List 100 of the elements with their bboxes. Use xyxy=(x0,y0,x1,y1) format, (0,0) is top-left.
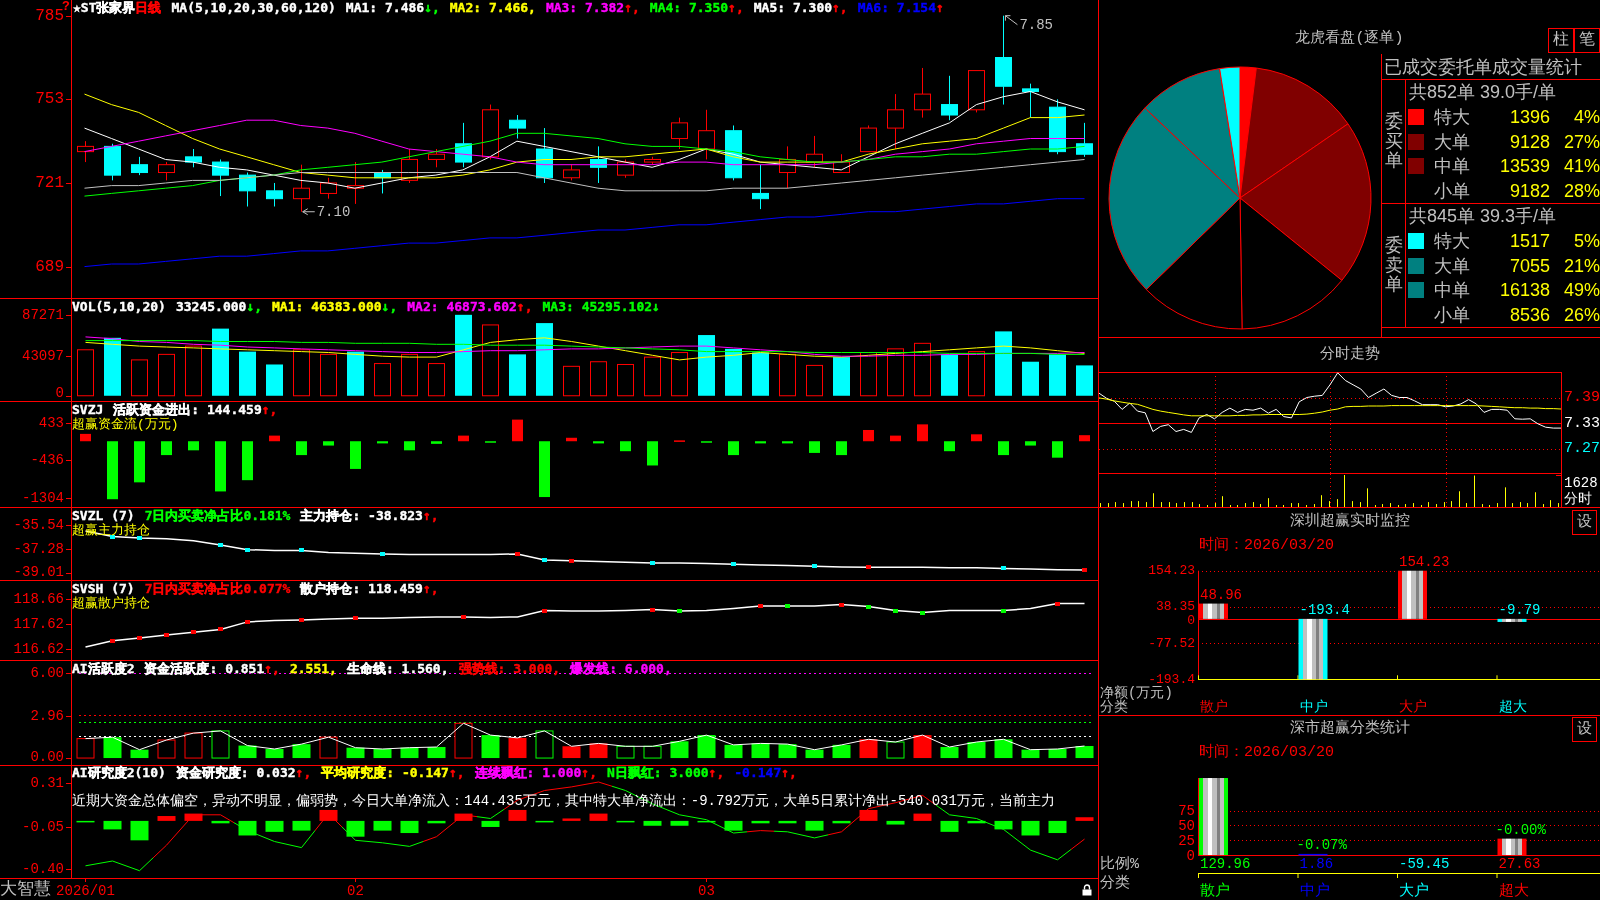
candlestick xyxy=(185,148,202,168)
axis-label: 118.66 xyxy=(13,590,64,607)
value-label: 1.86 xyxy=(1299,856,1334,872)
candlestick xyxy=(1049,98,1066,155)
candlestick xyxy=(590,145,607,184)
axis-label: 87271 xyxy=(22,307,64,324)
axis-label: 43097 xyxy=(22,348,64,365)
share-value: 41% xyxy=(1562,155,1600,178)
indicator-caption: 超赢散户持仓 xyxy=(72,596,150,611)
value-label: 129.96 xyxy=(1200,856,1251,872)
price-annotation: 7.85 xyxy=(1004,15,1053,33)
value-label: -9.79 xyxy=(1498,601,1541,618)
chart-mode-button[interactable]: 笔 xyxy=(1574,28,1600,53)
axis-label: 0 xyxy=(1186,847,1195,864)
volume-value: 16138 xyxy=(1498,279,1550,302)
candlestick xyxy=(293,164,310,213)
legend-text: ★ST张家界 xyxy=(73,0,136,15)
legend-text: ↓, xyxy=(246,299,263,314)
axis-label: 116.62 xyxy=(13,640,64,657)
lock-icon[interactable] xyxy=(1082,884,1092,896)
legend-text: MA3: 7.382 xyxy=(545,0,625,15)
candlestick xyxy=(752,164,769,210)
date-axis-label: 2026/01 xyxy=(56,883,115,899)
candlestick xyxy=(320,177,337,200)
legend-text: MA6: 7.154 xyxy=(857,0,936,15)
panel-title: 深市超赢分类统计 xyxy=(1289,720,1410,738)
category-label: 大户 xyxy=(1399,882,1429,900)
order-size-label: 中单 xyxy=(1434,155,1471,178)
legend-text: 主力持仓: -38.823 xyxy=(300,508,423,523)
legend-text: AI研究度2(10) xyxy=(72,765,166,780)
volume-value: 9182 xyxy=(1508,179,1550,202)
legend-text: 资金活跃度: 0.851 xyxy=(144,661,265,676)
legend-text: MA1: 46383.000 xyxy=(272,299,382,314)
axis-label: -0.05 xyxy=(22,818,64,835)
order-size-label: 中单 xyxy=(1434,279,1471,302)
annotation: 7.10 xyxy=(316,203,351,220)
value-label: 27.63 xyxy=(1498,856,1541,872)
date-label: 时间：2026/03/20 xyxy=(1199,537,1334,555)
axis-label: 433 xyxy=(38,414,64,431)
candlestick xyxy=(212,158,229,197)
axis-label: -193.4 xyxy=(1148,671,1195,687)
volume-value: 1396 xyxy=(1508,106,1550,129)
candlestick xyxy=(347,161,364,205)
axis-title: 分类 xyxy=(1100,874,1130,892)
axis-label: 6.00 xyxy=(30,664,64,681)
axis-label: -35.54 xyxy=(13,516,64,533)
brand-name: 大智慧 xyxy=(0,879,51,900)
legend-text: ↑, xyxy=(448,765,465,780)
legend-text: 生命线: 1.560, xyxy=(346,661,449,676)
candlestick xyxy=(266,182,283,207)
candlestick xyxy=(1022,83,1039,119)
value-label: 154.23 xyxy=(1399,556,1450,570)
legend-text: 爆发线: 6.000, xyxy=(570,661,672,676)
axis-label: 154.23 xyxy=(1148,563,1195,579)
legend-text: ↑, xyxy=(516,299,533,314)
legend-text: 活跃资金进出: 144.459 xyxy=(113,402,262,417)
share-value: 49% xyxy=(1562,279,1600,302)
legend-text: MA1: 7.486 xyxy=(345,0,425,15)
date-axis-label: 02 xyxy=(347,883,364,899)
share-value: 5% xyxy=(1573,230,1600,253)
axis-label: -37.28 xyxy=(13,540,64,557)
legend-text: 7日内买卖净占比0.181% xyxy=(144,508,291,523)
legend-text: MA(5,10,20,30,60,120) xyxy=(171,0,336,15)
help-mark[interactable]: ? xyxy=(62,0,70,14)
change-label: -0.00% xyxy=(1495,821,1546,838)
category-label: 中户 xyxy=(1299,882,1330,900)
candlestick xyxy=(1076,122,1093,158)
panel-title: 分时走势 xyxy=(1319,346,1380,364)
axis-label: 38.35 xyxy=(1156,599,1195,615)
value-label: -59.45 xyxy=(1399,856,1450,872)
axis-label: -77.52 xyxy=(1148,635,1195,651)
legend-text: ↑, xyxy=(624,0,640,15)
candlestick xyxy=(941,75,958,121)
volume-value: 13539 xyxy=(1498,155,1550,178)
chart-mode-button[interactable]: 柱 xyxy=(1548,28,1574,53)
axis-label: -0.40 xyxy=(22,861,64,878)
legend-text: 散户持仓: 118.459 xyxy=(300,581,423,596)
legend-text: ↑, xyxy=(422,508,439,523)
settings-button[interactable]: 设 xyxy=(1572,510,1597,535)
legend-text: AI活跃度2 xyxy=(72,661,135,676)
legend-text: MA2: 7.466, xyxy=(449,0,536,15)
legend-text: ↑, xyxy=(708,765,725,780)
legend-text: ↑, xyxy=(295,765,312,780)
axis-label: 785 xyxy=(35,6,64,25)
legend-text: ↓, xyxy=(381,299,398,314)
date-axis-label: 03 xyxy=(698,883,715,899)
legend-text: N日飘红: 3.000 xyxy=(607,765,709,780)
candlestick xyxy=(374,169,391,194)
volume-value: 1517 xyxy=(1508,230,1550,253)
axis-label: -1304 xyxy=(22,489,64,506)
category-label: 超大 xyxy=(1498,699,1527,715)
side-label: 委买单 xyxy=(1384,111,1403,172)
share-value: 28% xyxy=(1562,179,1600,202)
candlestick xyxy=(509,114,526,140)
axis-title: 比例% xyxy=(1100,855,1139,873)
legend-text: ↑, xyxy=(261,402,278,417)
settings-button[interactable]: 设 xyxy=(1572,717,1597,742)
order-size-label: 特大 xyxy=(1434,106,1471,129)
order-size-label: 特大 xyxy=(1434,230,1471,253)
axis-label: 7.33 xyxy=(1564,414,1600,432)
